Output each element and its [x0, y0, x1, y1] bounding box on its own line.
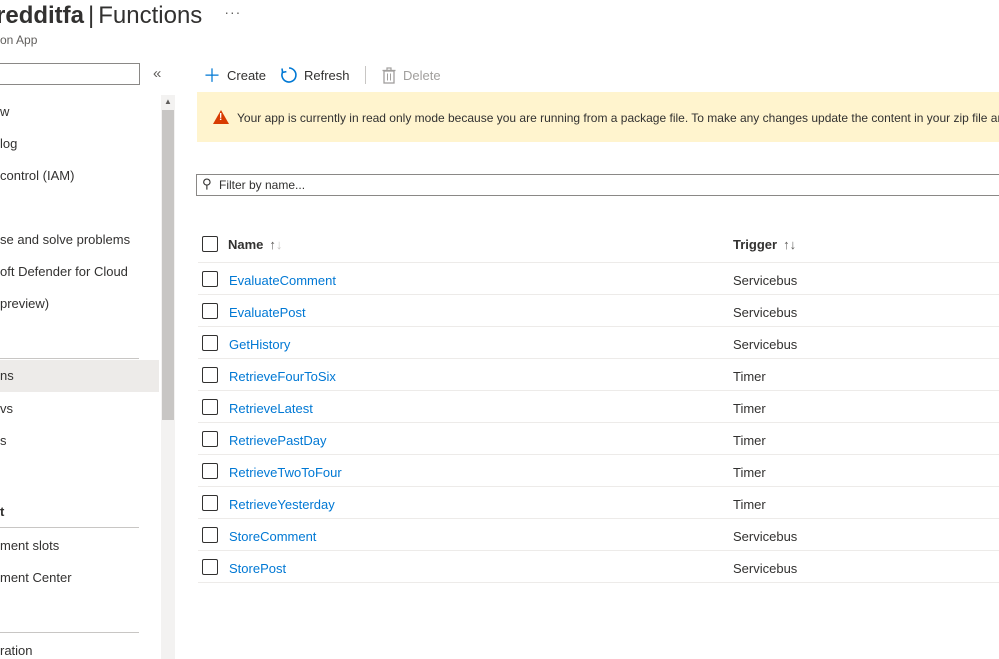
sidebar-item-access-control[interactable]: control (IAM)	[0, 168, 74, 183]
row-divider	[198, 550, 999, 551]
warning-message: Your app is currently in read only mode …	[237, 111, 999, 125]
sidebar-divider	[0, 632, 139, 633]
function-name-link[interactable]: EvaluatePost	[229, 305, 306, 320]
sidebar-item-overview[interactable]: w	[0, 104, 9, 119]
refresh-label: Refresh	[304, 67, 350, 83]
page-title: redditfa | Functions ···	[0, 2, 241, 30]
column-header-name[interactable]: Name ↑↓	[228, 237, 282, 252]
row-divider	[198, 486, 999, 487]
row-checkbox[interactable]	[202, 271, 218, 287]
row-divider	[198, 422, 999, 423]
row-checkbox[interactable]	[202, 335, 218, 351]
more-options-icon[interactable]: ···	[224, 4, 241, 20]
resource-type: on App	[0, 33, 38, 47]
function-trigger: Timer	[733, 433, 766, 448]
sidebar-search-input[interactable]	[0, 63, 140, 85]
row-divider	[198, 390, 999, 391]
sidebar-scroll-thumb[interactable]	[162, 110, 174, 420]
row-checkbox[interactable]	[202, 399, 218, 415]
page-title-text: Functions	[98, 2, 203, 29]
plus-icon: ＋	[203, 66, 221, 86]
row-divider	[198, 294, 999, 295]
function-trigger: Servicebus	[733, 561, 798, 576]
row-divider	[198, 582, 999, 583]
function-name-link[interactable]: RetrieveTwoToFour	[229, 465, 342, 480]
function-trigger: Timer	[733, 465, 766, 480]
toolbar-separator	[365, 66, 366, 84]
delete-label: Delete	[403, 67, 441, 83]
function-trigger: Servicebus	[733, 337, 798, 352]
delete-button[interactable]: Delete	[381, 66, 441, 84]
select-all-checkbox[interactable]	[202, 236, 218, 252]
sidebar-item-defender[interactable]: oft Defender for Cloud	[0, 264, 128, 279]
sidebar-item-app-files[interactable]: s	[0, 433, 7, 448]
sidebar-divider	[0, 527, 139, 528]
sidebar-item-deployment-slots[interactable]: ment slots	[0, 538, 59, 553]
create-button[interactable]: ＋ Create	[203, 66, 267, 86]
refresh-button[interactable]: Refresh	[280, 66, 350, 84]
row-checkbox[interactable]	[202, 431, 218, 447]
trash-icon	[381, 66, 397, 84]
create-label: Create	[227, 67, 267, 83]
sidebar-item-functions[interactable]: ns	[0, 360, 159, 392]
resource-name: redditfa	[0, 2, 85, 29]
row-checkbox[interactable]	[202, 559, 218, 575]
sidebar-divider	[0, 358, 139, 359]
function-trigger: Timer	[733, 401, 766, 416]
function-name-link[interactable]: RetrieveYesterday	[229, 497, 335, 512]
function-name-link[interactable]: GetHistory	[229, 337, 290, 352]
column-name-label: Name	[228, 237, 264, 252]
function-name-link[interactable]: RetrievePastDay	[229, 433, 327, 448]
sidebar-item-configuration[interactable]: ration	[0, 643, 33, 658]
function-name-link[interactable]: StorePost	[229, 561, 286, 576]
refresh-icon	[280, 66, 298, 84]
function-trigger: Timer	[733, 497, 766, 512]
scroll-up-icon[interactable]: ▲	[162, 97, 174, 107]
row-checkbox[interactable]	[202, 495, 218, 511]
function-trigger: Servicebus	[733, 305, 798, 320]
column-header-trigger[interactable]: Trigger ↑↓	[733, 237, 796, 252]
function-name-link[interactable]: EvaluateComment	[229, 273, 336, 288]
function-name-link[interactable]: RetrieveLatest	[229, 401, 313, 416]
sidebar-item-activity-log[interactable]: log	[0, 136, 17, 151]
sort-icon[interactable]: ↑↓	[269, 237, 282, 252]
row-divider	[198, 454, 999, 455]
sort-icon[interactable]: ↑↓	[783, 237, 796, 252]
function-trigger: Servicebus	[733, 273, 798, 288]
title-separator: |	[88, 2, 95, 29]
sidebar-item-preview[interactable]: preview)	[0, 296, 49, 311]
column-trigger-label: Trigger	[733, 237, 778, 252]
row-divider	[198, 326, 999, 327]
row-checkbox[interactable]	[202, 303, 218, 319]
row-divider	[198, 518, 999, 519]
header-divider	[198, 262, 999, 263]
function-trigger: Timer	[733, 369, 766, 384]
sidebar-item-app-keys[interactable]: vs	[0, 401, 13, 416]
warning-icon: !	[213, 110, 229, 124]
row-divider	[198, 358, 999, 359]
row-checkbox[interactable]	[202, 527, 218, 543]
sidebar-item-diagnose[interactable]: se and solve problems	[0, 232, 130, 247]
function-name-link[interactable]: StoreComment	[229, 529, 316, 544]
row-checkbox[interactable]	[202, 463, 218, 479]
function-trigger: Servicebus	[733, 529, 798, 544]
sidebar-section-deployment: t	[0, 504, 5, 519]
row-checkbox[interactable]	[202, 367, 218, 383]
search-icon: ⚲	[202, 176, 212, 191]
collapse-sidebar-icon[interactable]: «	[153, 65, 161, 82]
sidebar-item-deployment-center[interactable]: ment Center	[0, 570, 72, 585]
filter-by-name-input[interactable]	[219, 175, 979, 195]
function-name-link[interactable]: RetrieveFourToSix	[229, 369, 336, 384]
